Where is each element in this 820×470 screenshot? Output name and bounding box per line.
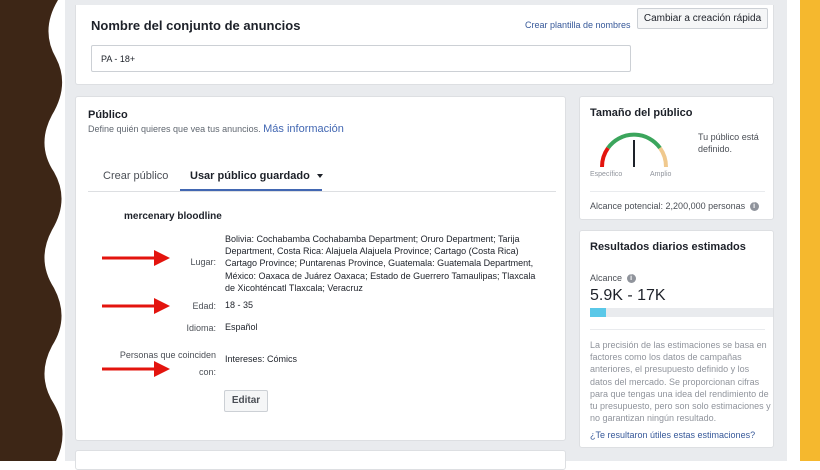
location-line: Cartago Province; Puntarenas Province, G…: [225, 258, 534, 269]
disclaimer-line: factores como los datos de campañas: [590, 352, 742, 363]
decorative-wave-border: [0, 0, 63, 461]
daily-results-card: Resultados diarios estimados Alcance i 5…: [579, 230, 774, 448]
audience-defined-text: Tu público está definido.: [698, 131, 759, 155]
gauge-specific-label: Específico: [590, 171, 623, 178]
gauge-broad-label: Amplio: [650, 171, 672, 178]
estimates-feedback-link[interactable]: ¿Te resultaron útiles estas estimaciones…: [590, 430, 755, 440]
reach-bar-track: [590, 308, 773, 317]
tab-create-audience[interactable]: Crear público: [103, 170, 168, 182]
reach-label: Alcance: [590, 273, 623, 283]
facebook-ads-panel: Nombre del conjunto de anuncios Crear pl…: [65, 0, 787, 470]
disclaimer-line: para que tengas una idea del rendimiento…: [590, 388, 769, 399]
language-value: Español: [225, 322, 258, 332]
disclaimer-line: tu presupuesto, pero son solo estimacion…: [590, 401, 771, 412]
reach-value: 5.9K - 17K: [590, 287, 666, 304]
ad-set-name-title: Nombre del conjunto de anuncios: [91, 18, 301, 33]
info-icon[interactable]: i: [749, 202, 759, 212]
disclaimer-line: datos del mercado. Se proporcionan cifra…: [590, 376, 760, 387]
location-line: Bolivia: Cochabamba Cochabamba Departmen…: [225, 234, 520, 244]
edit-button[interactable]: Editar: [224, 390, 268, 412]
reach-label-row: Alcance i: [590, 273, 636, 284]
reach-divider: [590, 329, 765, 330]
reach-bar-fill: [590, 308, 607, 317]
audience-size-divider: [590, 191, 765, 192]
daily-results-title: Resultados diarios estimados: [590, 241, 746, 253]
create-name-template-link[interactable]: Crear plantilla de nombres: [525, 20, 631, 30]
audience-size-title: Tamaño del público: [590, 107, 693, 119]
caret-down-icon: [316, 174, 323, 179]
location-line: de Xicohténcatl Tlaxcala; Veracruz: [225, 282, 363, 293]
disclaimer-line: anteriores, el presupuesto definido y lo…: [590, 364, 750, 375]
interests-value: Intereses: Cómics: [225, 354, 298, 364]
location-line: Department, Costa Rica: Alajuela Alajuel…: [225, 246, 519, 257]
location-line: México: Oaxaca de Juárez Oaxaca; Estado …: [225, 270, 536, 281]
audience-gauge: [599, 132, 669, 168]
annotation-arrow-location: [102, 250, 170, 266]
age-label: Edad:: [192, 301, 216, 311]
audience-size-card: Tamaño del público Específico Amplio Tu …: [579, 96, 774, 220]
saved-audience-name: mercenary bloodline: [124, 211, 222, 222]
ad-set-name-input[interactable]: PA - 18+: [91, 45, 631, 72]
potential-reach-text: Alcance potencial: 2,200,000 personas: [590, 201, 746, 211]
tabs-divider: [88, 191, 556, 192]
estimates-disclaimer: La precisión de las estimaciones se basa…: [590, 339, 774, 424]
potential-reach: Alcance potencial: 2,200,000 personas i: [590, 201, 759, 212]
tab-use-saved-audience-label: Usar público guardado: [190, 170, 310, 182]
location-label: Lugar:: [190, 257, 216, 267]
ad-set-name-card: Nombre del conjunto de anuncios Crear pl…: [75, 5, 774, 85]
audience-title: Público: [88, 109, 128, 121]
info-icon[interactable]: i: [626, 274, 636, 284]
quick-create-button[interactable]: Cambiar a creación rápida: [637, 8, 768, 29]
audience-card: Público Define quién quieres que vea tus…: [75, 96, 566, 441]
more-info-link[interactable]: Más información: [263, 123, 344, 135]
audience-subtitle: Define quién quieres que vea tus anuncio…: [88, 123, 344, 135]
ad-set-name-value: PA - 18+: [101, 54, 136, 64]
disclaimer-line: no garantizan ningún resultado.: [590, 413, 717, 424]
language-label: Idioma:: [186, 323, 216, 333]
location-value: Bolivia: Cochabamba Cochabamba Departmen…: [225, 233, 555, 294]
audience-defined-line: definido.: [698, 144, 733, 154]
disclaimer-line: La precisión de las estimaciones se basa…: [590, 340, 767, 350]
decorative-side-stripe: [800, 0, 820, 461]
age-value: 18 - 35: [225, 300, 254, 310]
active-tab-indicator: [180, 189, 322, 191]
next-section-card: [75, 450, 566, 470]
tab-use-saved-audience[interactable]: Usar público guardado: [190, 170, 323, 182]
annotation-arrow-interests: [102, 361, 170, 377]
annotation-arrow-age: [102, 298, 170, 314]
audience-subtitle-text: Define quién quieres que vea tus anuncio…: [88, 124, 261, 134]
audience-defined-line: Tu público está: [698, 132, 759, 142]
